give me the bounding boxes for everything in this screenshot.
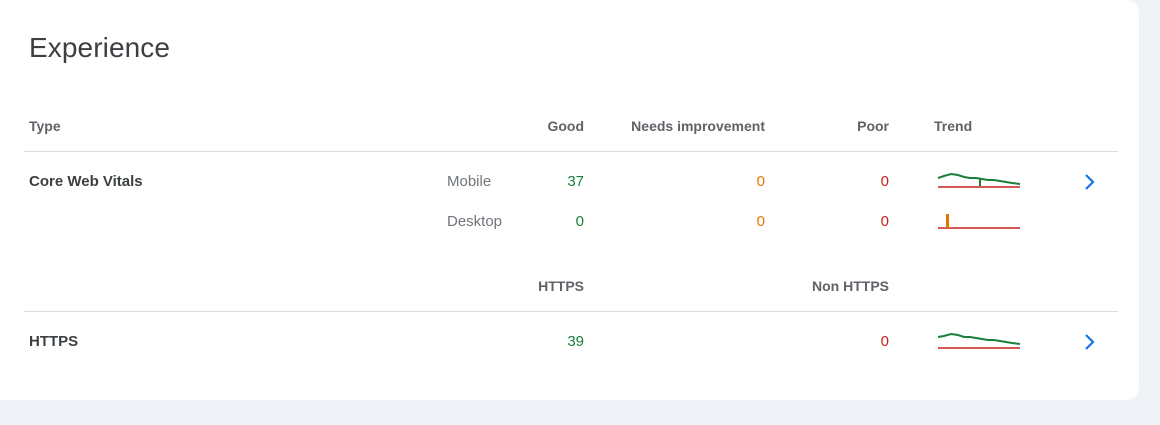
cwv-desktop-poor: 0 <box>880 213 889 230</box>
col-header-trend: Trend <box>934 118 973 134</box>
card-title: Experience <box>29 32 171 63</box>
col-header-poor: Poor <box>857 118 889 134</box>
cwv-desktop-needs: 0 <box>756 213 765 230</box>
https-count: 39 <box>567 333 584 350</box>
cwv-mobile-good: 37 <box>567 173 584 190</box>
experience-card: Experience Type Good Needs improvement P… <box>0 0 1139 400</box>
col-header-needs-improvement: Needs improvement <box>631 118 765 134</box>
cwv-mobile-poor: 0 <box>880 173 889 190</box>
cwv-desktop-good: 0 <box>575 213 584 230</box>
col-header-non-https: Non HTTPS <box>812 278 889 294</box>
non-https-count: 0 <box>880 333 889 350</box>
cwv-open-report-chevron-icon[interactable] <box>1079 172 1099 192</box>
https-header-divider <box>24 311 1118 312</box>
col-header-type: Type <box>29 118 61 134</box>
cwv-mobile-label: Mobile <box>447 173 492 190</box>
header-divider <box>24 151 1118 152</box>
cwv-mobile-trend-sparkline <box>937 172 1020 188</box>
cwv-mobile-needs: 0 <box>756 173 765 190</box>
https-trend-sparkline <box>937 332 1020 349</box>
cwv-desktop-trend-sparkline <box>938 214 1020 229</box>
cwv-row-label[interactable]: Core Web Vitals <box>29 173 143 190</box>
https-row-label[interactable]: HTTPS <box>29 333 78 350</box>
col-header-https: HTTPS <box>538 278 584 294</box>
col-header-good: Good <box>547 118 584 134</box>
https-open-report-chevron-icon[interactable] <box>1079 332 1099 352</box>
cwv-desktop-label: Desktop <box>447 213 503 230</box>
